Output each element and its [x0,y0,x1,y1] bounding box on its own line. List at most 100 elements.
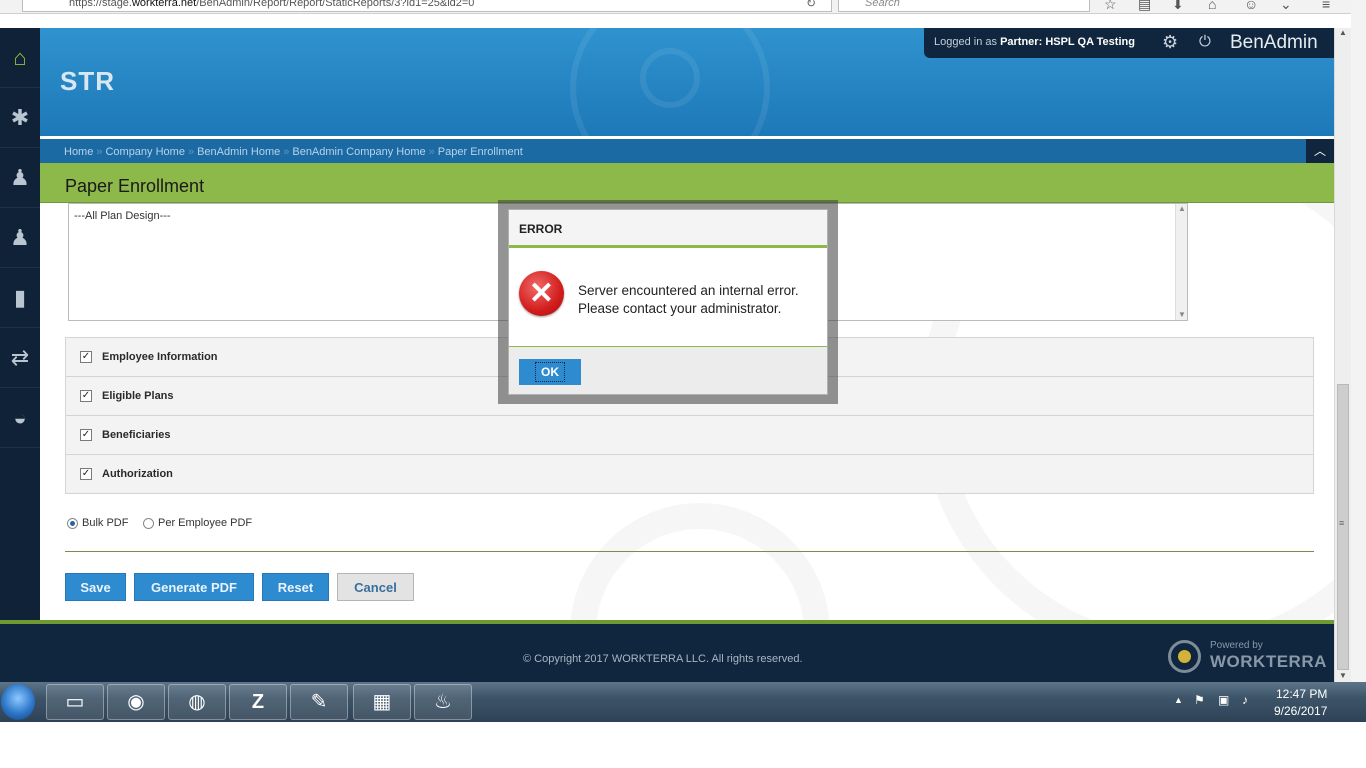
authorization-checkbox[interactable]: ✓ [80,468,92,480]
copyright-text: © Copyright 2017 WORKTERRA LLC. All righ… [523,653,803,665]
background-decoration [570,503,830,620]
page-scrollbar[interactable]: ▲ ≡ ▼ [1334,28,1351,682]
dialog-footer: OK [509,346,827,394]
footer: © Copyright 2017 WORKTERRA LLC. All righ… [0,620,1334,682]
reports-chart-icon[interactable]: ▮ [0,268,40,328]
dialog-title: ERROR [519,222,563,236]
radio-label: Bulk PDF [82,517,129,530]
network-icon[interactable]: ▣ [1218,693,1229,707]
scroll-up-arrow-icon[interactable]: ▲ [1178,204,1186,213]
dialog-header: ERROR [509,210,827,248]
breadcrumb-benadmin-company-home[interactable]: BenAdmin Company Home [292,146,425,158]
flame-app-icon[interactable]: ♨ [414,684,472,720]
employee-information-checkbox[interactable]: ✓ [80,351,92,363]
ok-button-label: OK [535,362,565,382]
scroll-up-arrow-icon[interactable]: ▲ [1339,28,1347,37]
clock-date[interactable]: 9/26/2017 [1274,704,1327,718]
browser-home-icon[interactable]: ⌂ [1208,0,1216,12]
section-label: Authorization [102,468,173,480]
reading-list-icon[interactable]: ▤ [1138,0,1151,13]
show-hidden-icons-icon[interactable]: ▲ [1174,695,1183,705]
transfer-arrows-icon[interactable]: ⇄ [0,328,40,388]
scroll-down-arrow-icon[interactable]: ▼ [1339,671,1347,680]
url-prefix: https://stage. [69,0,132,9]
url-path: /BenAdmin/Report/Report/StaticReports/3?… [196,0,475,9]
reload-icon[interactable]: ↻ [806,0,816,10]
error-message: Server encountered an internal error. Pl… [578,282,799,318]
page-title-bar: Paper Enrollment [40,163,1334,203]
bulk-pdf-radio[interactable]: Bulk PDF [67,517,128,529]
window-edge [1351,0,1366,682]
menu-icon[interactable]: ≡ [1322,0,1330,12]
puzzle-icon[interactable]: ✱ [0,88,40,148]
clock-time[interactable]: 12:47 PM [1276,687,1327,701]
start-button[interactable] [1,684,35,720]
gear-icon[interactable]: ⚙ [1162,32,1178,53]
breadcrumb-separator: » [428,146,435,158]
screen: https://stage.workterra.net/BenAdmin/Rep… [0,0,1366,768]
user-icon[interactable]: ♟ [0,208,40,268]
breadcrumb-paper-enrollment: Paper Enrollment [437,146,523,158]
breadcrumb-company-home[interactable]: Company Home [105,146,184,158]
generate-pdf-button[interactable]: Generate PDF [134,573,254,601]
address-bar[interactable]: https://stage.workterra.net/BenAdmin/Rep… [22,0,832,12]
listbox-scrollbar[interactable]: ▲ ▼ [1175,204,1187,320]
firefox-icon[interactable]: ◍ [168,684,226,720]
breadcrumb: Home» Company Home» BenAdmin Home» BenAdmin… [40,139,1334,163]
powered-by-logo: Powered by WORKTERRA [1168,638,1328,674]
windows-taskbar: ▭ ◉ ◍ Z ✎ ▦ ♨ ▲ ⚑ ▣ ♪ 12:47 PM 9/26/2017 [0,682,1366,722]
collapse-header-button[interactable]: ︿ [1306,139,1334,163]
page-title: Paper Enrollment [65,176,205,196]
breadcrumb-separator: » [283,146,290,158]
spreadsheet-icon[interactable]: ▦ [353,684,411,720]
scrollbar-grip-icon: ≡ [1339,518,1345,528]
smiley-icon[interactable]: ☺ [1244,0,1258,12]
notepad-icon[interactable]: ✎ [290,684,348,720]
radio-unselected-icon [143,517,154,529]
error-message-line: Server encountered an internal error. [578,283,799,298]
radio-selected-icon [67,517,78,529]
beneficiaries-checkbox[interactable]: ✓ [80,429,92,441]
chrome-icon[interactable]: ◉ [107,684,165,720]
section-label: Employee Information [102,351,218,363]
header-decoration [640,48,700,108]
partner-name: HSPL QA Testing [1045,36,1135,48]
section-beneficiaries[interactable]: ✓ Beneficiaries [66,416,1313,455]
login-info: Logged in as Partner: HSPL QA Testing [934,36,1135,48]
bookmark-star-icon[interactable]: ☆ [1104,0,1117,13]
url-host: workterra.net [131,0,197,9]
eligible-plans-checkbox[interactable]: ✓ [80,390,92,402]
workterra-logo-icon [1168,640,1201,673]
zoom-z-icon[interactable]: Z [229,684,287,720]
error-dialog: ERROR ✕ Server encountered an internal e… [508,209,828,395]
breadcrumb-benadmin-home[interactable]: BenAdmin Home [197,146,280,158]
divider [65,551,1314,552]
pocket-icon[interactable]: ⌄ [1280,0,1292,13]
power-icon[interactable]: ⏻ [1199,33,1211,50]
powered-by-brand: WORKTERRA [1210,652,1327,671]
section-label: Beneficiaries [102,429,171,441]
download-icon[interactable]: ⬇ [1172,0,1184,13]
browser-search-input[interactable]: Search [838,0,1090,12]
error-icon: ✕ [519,271,564,316]
brand-name: BenAdmin [1230,32,1318,53]
user-settings-icon[interactable]: ♟ [0,148,40,208]
chat-icon[interactable]: ◒ [0,388,40,448]
per-employee-pdf-radio[interactable]: Per Employee PDF [143,517,252,529]
cancel-button[interactable]: Cancel [337,573,414,601]
volume-icon[interactable]: ♪ [1242,693,1248,707]
breadcrumb-separator: » [96,146,103,158]
error-message-line: Please contact your administrator. [578,301,782,316]
section-authorization[interactable]: ✓ Authorization [66,455,1313,494]
save-button[interactable]: Save [65,573,126,601]
powered-by-label: Powered by [1210,640,1263,651]
flag-icon[interactable]: ⚑ [1194,693,1205,707]
radio-label: Per Employee PDF [158,517,253,530]
reset-button[interactable]: Reset [262,573,329,601]
breadcrumb-home[interactable]: Home [64,146,93,158]
app-title: STR [60,66,115,96]
file-explorer-icon[interactable]: ▭ [46,684,104,720]
home-icon[interactable]: ⌂ [0,28,40,88]
scroll-down-arrow-icon[interactable]: ▼ [1178,310,1186,319]
ok-button[interactable]: OK [519,359,581,385]
